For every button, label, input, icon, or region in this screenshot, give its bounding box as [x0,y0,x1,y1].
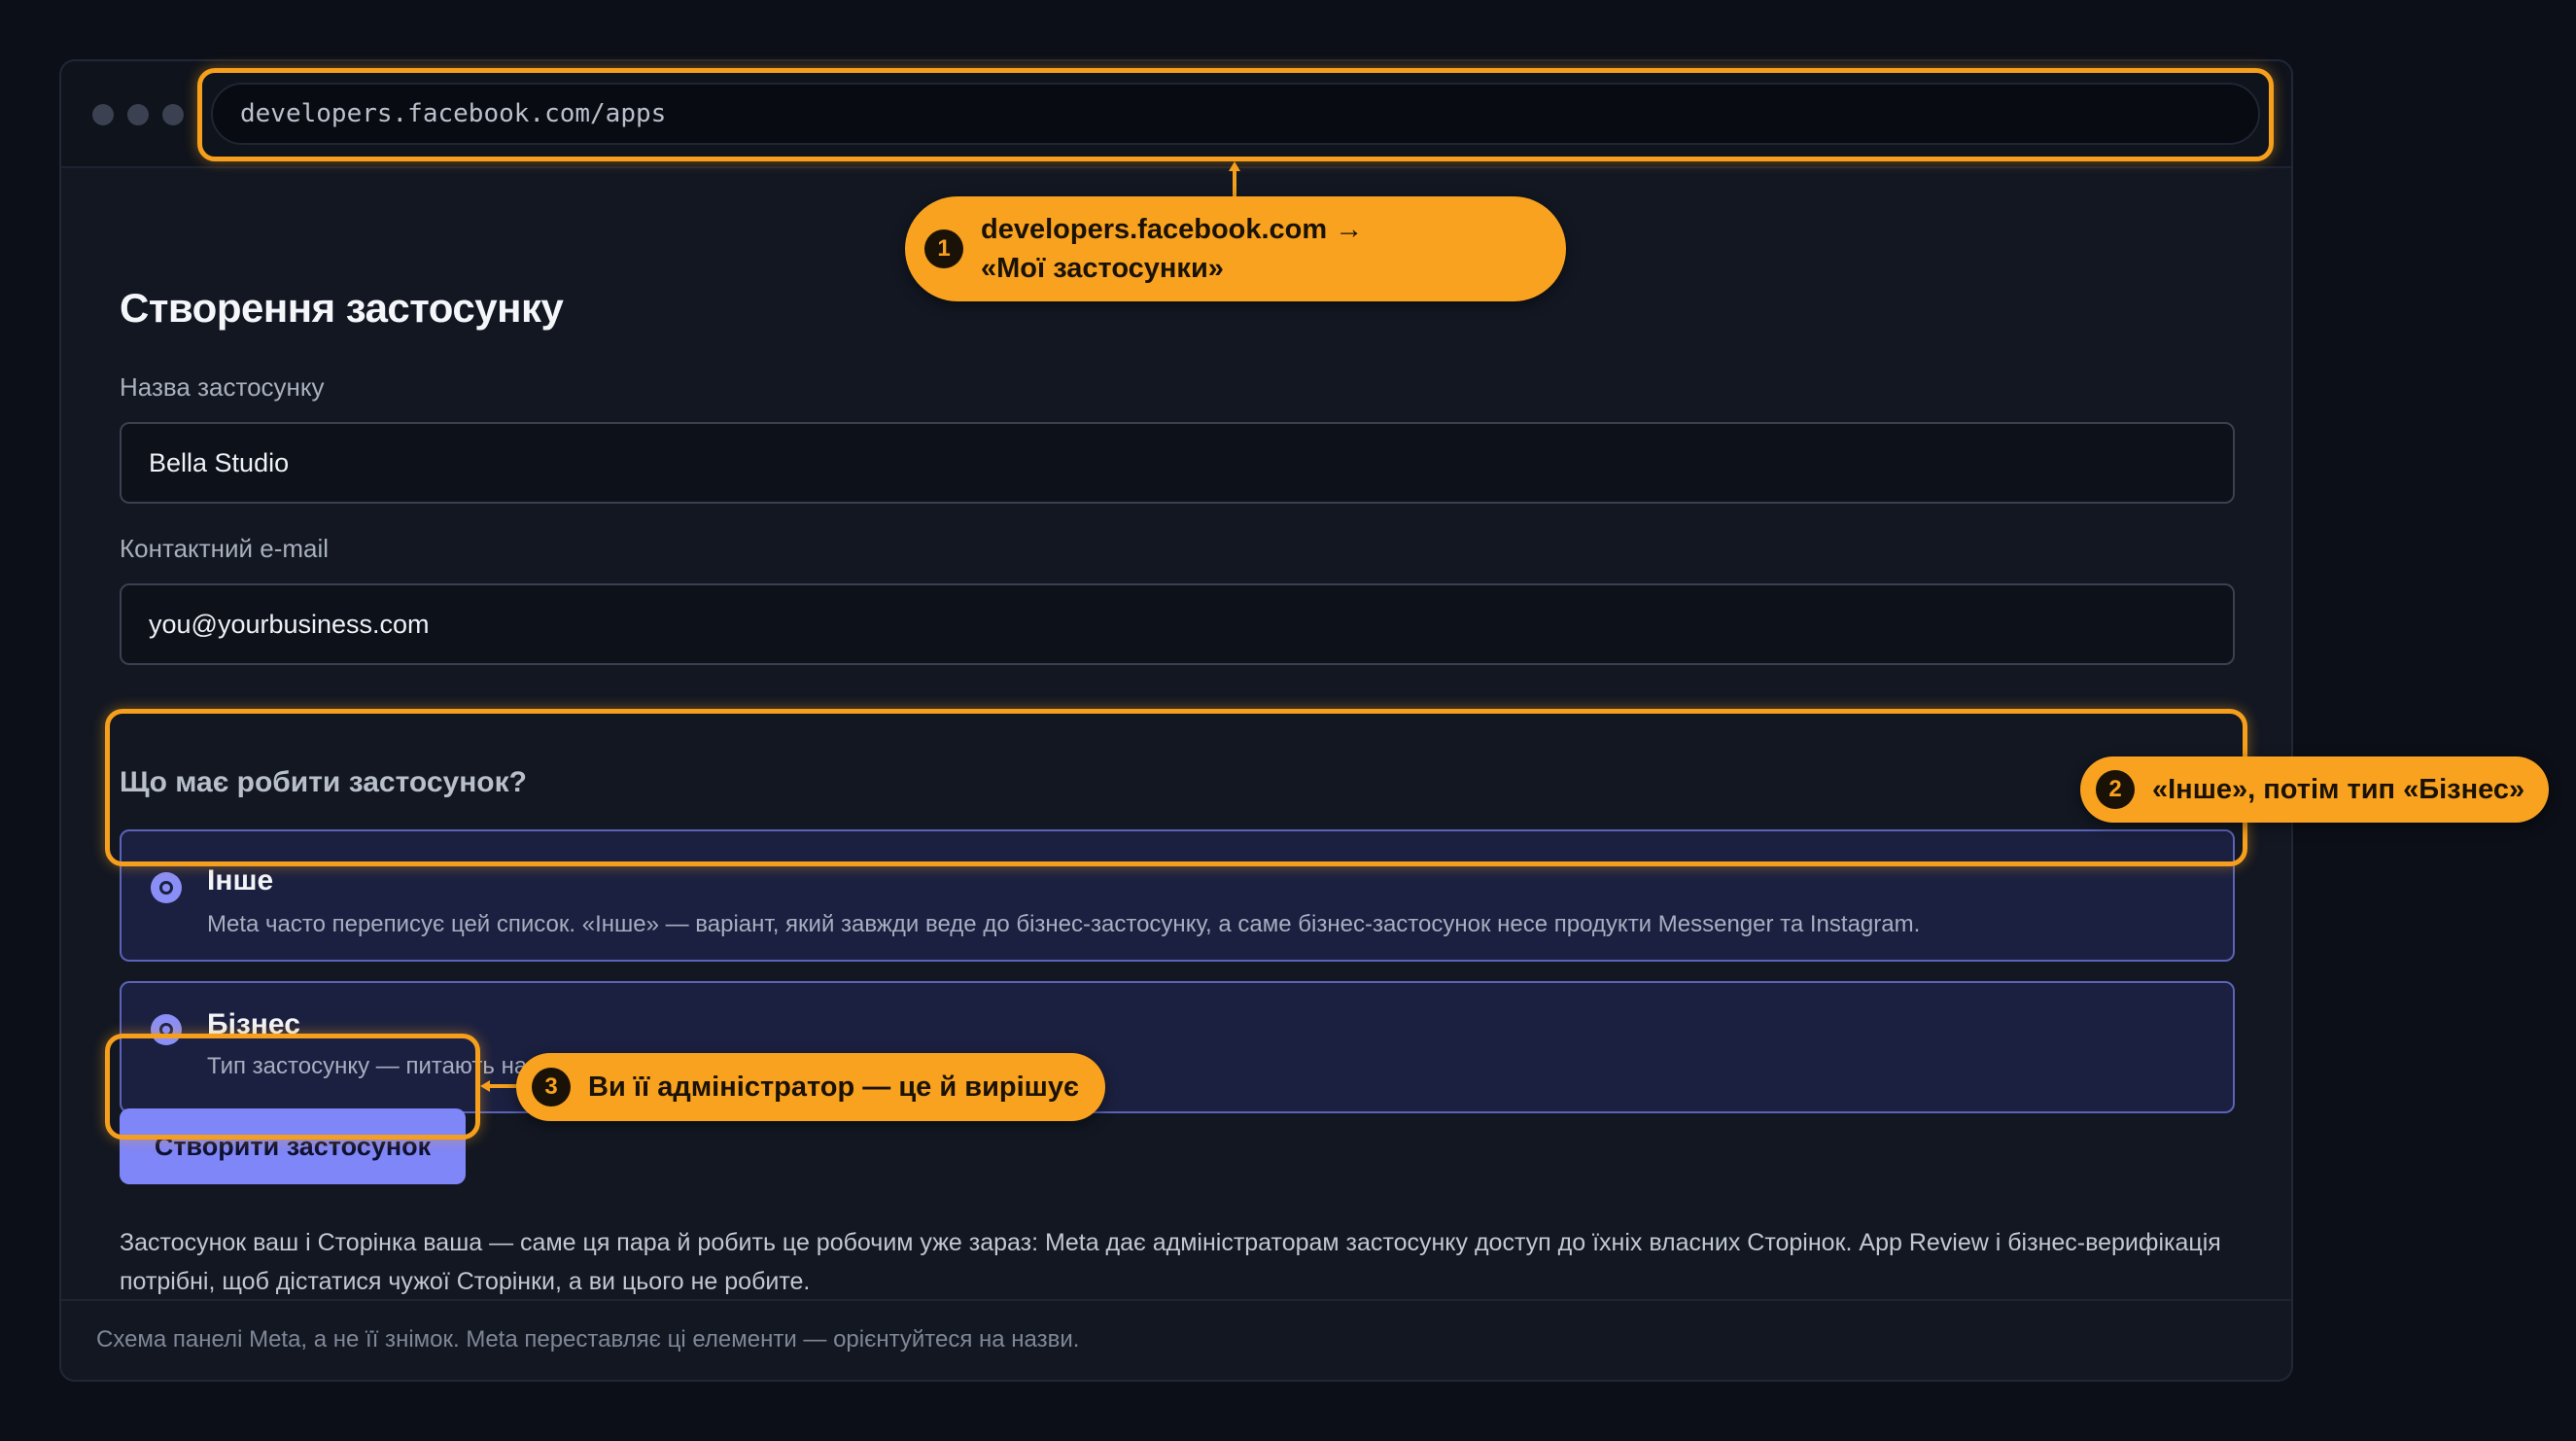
callout-3: 3 Ви її адміністратор — це й вирішує [516,1053,1105,1121]
option-other-radio[interactable] [151,872,182,903]
explanation-text: Застосунок ваш і Сторінка ваша — саме ця… [120,1229,2221,1295]
window-close-dot[interactable] [92,104,114,125]
highlight-option-other [105,709,2247,866]
app-name-label: Назва застосунку [120,372,325,402]
app-name-value: Bella Studio [149,447,290,477]
highlight-create-button [105,1034,480,1140]
callout-2: 2 «Інше», потім тип «Бізнес» [2080,756,2549,823]
highlight-address-bar [197,68,2274,161]
option-other-description: Meta часто переписує цей список. «Інше» … [207,911,1921,937]
callout-1-line2: «Мої застосунки» [981,253,1224,284]
callout-2-text: «Інше», потім тип «Бізнес» [2152,773,2525,805]
page-title: Створення застосунку [120,285,564,331]
footer: Схема панелі Meta, а не її знімок. Meta … [61,1299,2291,1380]
email-input[interactable]: you@yourbusiness.com [120,583,2235,665]
callout-1-text: developers.facebook.com → «Мої застосунк… [981,210,1363,288]
option-other-title: Інше [207,864,274,896]
callout-1-line1: developers.facebook.com → [981,214,1364,245]
connector-3 [480,1080,517,1092]
callout-3-text: Ви її адміністратор — це й вирішує [588,1071,1079,1103]
connector-1 [1229,161,1240,198]
window-maximize-dot[interactable] [162,104,184,125]
callout-2-badge: 2 [2096,770,2135,809]
screenshot-stage: developers.facebook.com/apps Створення з… [0,0,2576,1441]
footer-note: Схема панелі Meta, а не її знімок. Meta … [96,1326,1080,1353]
callout-1-badge: 1 [924,229,963,268]
app-name-input[interactable]: Bella Studio [120,422,2235,504]
email-label: Контактний e-mail [120,534,330,563]
window-minimize-dot[interactable] [127,104,149,125]
callout-1: 1 developers.facebook.com → «Мої застосу… [905,196,1566,301]
callout-3-badge: 3 [532,1068,571,1107]
email-value: you@yourbusiness.com [149,609,430,639]
